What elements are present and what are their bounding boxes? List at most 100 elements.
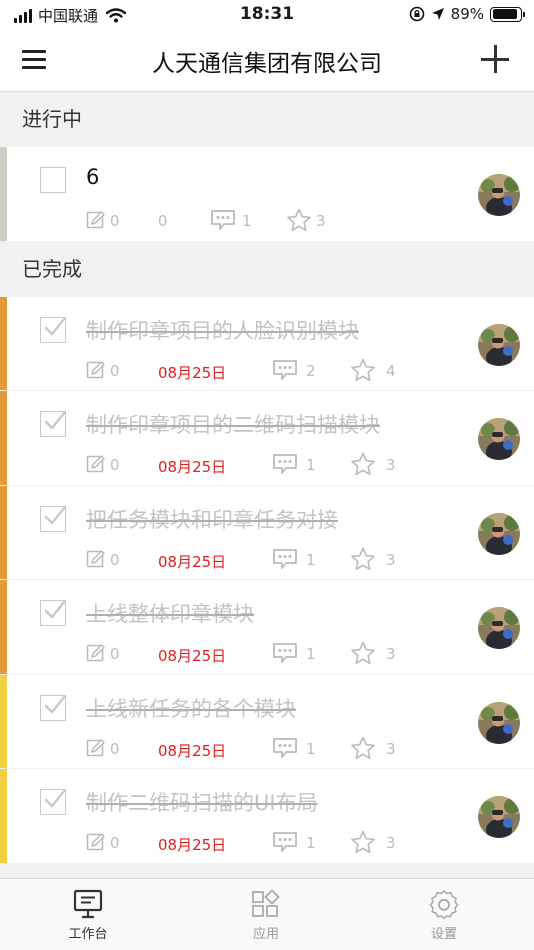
tab-apps[interactable]: 应用 xyxy=(221,889,311,942)
task-due-date: 08月25日 xyxy=(158,647,227,665)
apps-grid-icon xyxy=(252,889,280,917)
plus-icon[interactable] xyxy=(480,44,510,74)
task-priority-bar xyxy=(0,147,7,241)
task-checkbox[interactable] xyxy=(40,788,66,815)
settings-gear-icon xyxy=(429,890,459,919)
hamburger-menu-icon[interactable] xyxy=(22,48,48,72)
avatar[interactable] xyxy=(478,418,520,460)
orientation-lock-icon xyxy=(409,6,424,22)
edit-icon xyxy=(86,360,106,384)
task-checkbox[interactable] xyxy=(40,410,66,437)
task-title: 制作印章项目的人脸识别模块 xyxy=(86,318,359,343)
star-icon[interactable] xyxy=(350,358,376,386)
star-icon[interactable] xyxy=(350,830,376,858)
edit-icon xyxy=(86,210,106,234)
comment-icon[interactable] xyxy=(272,831,298,857)
battery-percent: 89% xyxy=(450,5,484,23)
comment-icon[interactable] xyxy=(272,548,298,574)
tab-settings[interactable]: 设置 xyxy=(399,889,489,942)
task-row[interactable]: 6 0 0 1 3 xyxy=(0,147,534,242)
star-icon[interactable] xyxy=(350,641,376,669)
task-checkbox[interactable] xyxy=(40,505,66,532)
comment-icon[interactable] xyxy=(272,642,298,668)
status-bar-right: 89% xyxy=(409,5,525,23)
star-count: 4 xyxy=(386,361,396,380)
edit-count: 0 xyxy=(110,834,120,852)
task-due-date: 08月25日 xyxy=(158,741,227,760)
star-icon[interactable] xyxy=(350,452,376,480)
comment-icon[interactable] xyxy=(210,209,236,235)
avatar[interactable] xyxy=(478,701,520,744)
task-checkbox[interactable] xyxy=(40,694,66,721)
location-arrow-icon xyxy=(431,8,444,20)
task-checkbox[interactable] xyxy=(40,316,66,343)
edit-icon xyxy=(86,738,106,762)
comment-icon[interactable] xyxy=(272,737,298,763)
tab-workbench[interactable]: 工作台 xyxy=(43,889,133,942)
comment-count: 1 xyxy=(306,739,316,758)
tab-apps-label: 应用 xyxy=(252,927,279,942)
task-due-date: 08月25日 xyxy=(158,552,227,571)
avatar[interactable] xyxy=(478,174,520,216)
task-priority-bar xyxy=(0,580,7,674)
avatar[interactable] xyxy=(478,607,520,649)
comment-count: 1 xyxy=(242,212,252,230)
tab-bar: 工作台 应用 设置 xyxy=(0,878,534,950)
star-count: 3 xyxy=(386,550,396,569)
status-bar: 中国联通 18:31 89% xyxy=(0,0,534,30)
comment-icon[interactable] xyxy=(272,453,298,479)
task-due-date: 08月25日 xyxy=(158,458,227,476)
task-meta: 0 0 1 3 xyxy=(86,208,446,236)
task-list[interactable]: 进行中 6 0 0 1 3 已完成 制作印章项目的人脸识别模块 0 08月25日… xyxy=(0,92,534,878)
task-meta: 0 08月25日 1 3 xyxy=(86,736,446,764)
task-meta: 0 08月25日 1 3 xyxy=(86,547,446,575)
tab-settings-label: 设置 xyxy=(430,927,457,942)
task-priority-bar xyxy=(0,769,7,863)
comment-count: 1 xyxy=(306,645,316,663)
comment-count: 1 xyxy=(306,456,316,474)
edit-icon xyxy=(86,643,106,667)
star-icon[interactable] xyxy=(350,547,376,575)
task-row[interactable]: 制作印章项目的人脸识别模块 0 08月25日 2 4 xyxy=(0,296,534,391)
comment-count: 1 xyxy=(306,834,316,852)
task-title: 把任务模块和印章任务对接 xyxy=(86,507,338,532)
comment-icon[interactable] xyxy=(272,359,298,385)
task-row[interactable]: 把任务模块和印章任务对接 0 08月25日 1 3 xyxy=(0,485,534,580)
task-row[interactable]: 上线新任务的各个模块 0 08月25日 1 3 xyxy=(0,674,534,769)
star-icon[interactable] xyxy=(350,736,376,764)
task-title: 上线新任务的各个模块 xyxy=(86,696,296,721)
task-checkbox[interactable] xyxy=(40,167,66,193)
section-in-progress: 进行中 xyxy=(0,92,534,147)
star-count: 3 xyxy=(386,456,396,474)
task-title: 制作二维码扫描的UI布局 xyxy=(86,791,318,815)
section-completed: 已完成 xyxy=(0,241,534,297)
task-meta: 0 08月25日 1 3 xyxy=(86,830,446,858)
star-count: 3 xyxy=(316,212,326,230)
edit-icon xyxy=(86,549,106,573)
task-due-date: 08月25日 xyxy=(158,836,227,854)
star-icon[interactable] xyxy=(286,208,312,236)
task-row[interactable]: 制作印章项目的二维码扫描模块 0 08月25日 1 3 xyxy=(0,391,534,486)
avatar[interactable] xyxy=(478,796,520,838)
task-row[interactable]: 上线整体印章模块 0 08月25日 1 3 xyxy=(0,580,534,675)
nav-bar: 人天通信集团有限公司 xyxy=(0,30,534,92)
edit-count: 0 xyxy=(110,361,120,380)
comment-count: 2 xyxy=(306,361,316,380)
task-checkbox[interactable] xyxy=(40,599,66,626)
task-priority-bar xyxy=(0,674,7,768)
task-extra-count: 0 xyxy=(158,212,168,230)
task-meta: 0 08月25日 1 3 xyxy=(86,452,446,480)
avatar[interactable] xyxy=(478,512,520,555)
comment-count: 1 xyxy=(306,550,316,569)
star-count: 3 xyxy=(386,739,396,758)
edit-icon xyxy=(86,832,106,856)
task-row[interactable]: 制作二维码扫描的UI布局 0 08月25日 1 3 xyxy=(0,769,534,864)
monitor-icon xyxy=(73,889,103,919)
in-progress-list: 6 0 0 1 3 xyxy=(0,147,534,242)
avatar[interactable] xyxy=(478,323,520,366)
tab-workbench-label: 工作台 xyxy=(68,927,108,942)
edit-count: 0 xyxy=(110,645,120,663)
page-title: 人天通信集团有限公司 xyxy=(152,51,382,77)
task-meta: 0 08月25日 1 3 xyxy=(86,641,446,669)
task-priority-bar xyxy=(0,296,7,390)
